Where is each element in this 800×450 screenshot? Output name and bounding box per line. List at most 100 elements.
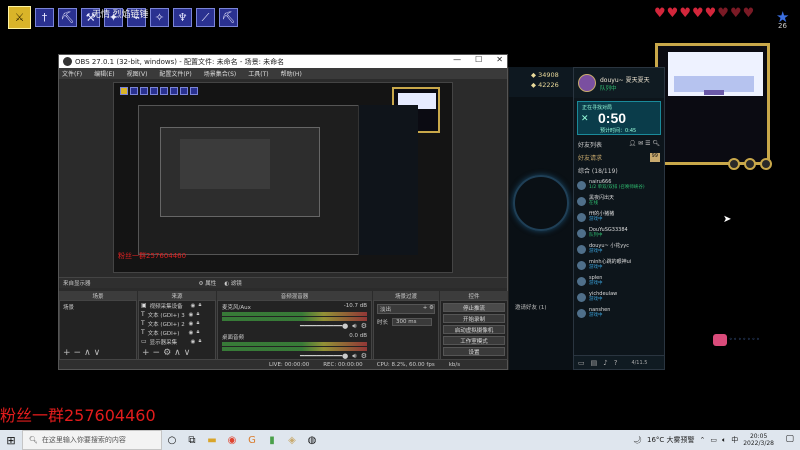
profile-header[interactable]: douyu~ 夏天夏天 队列中 — [574, 68, 664, 98]
league-icon[interactable]: ◈ — [282, 435, 302, 446]
lock-icon[interactable]: 🔒︎ — [198, 302, 201, 309]
source-row[interactable]: T 文本 (GDI+) 3 ◉ 🔒︎ — [139, 310, 215, 319]
minimap-zoom-in-button[interactable] — [728, 158, 740, 170]
preview-hotbar — [120, 87, 198, 95]
hotbar-slot-7[interactable]: ✧ — [150, 8, 169, 27]
source-row[interactable]: T 文本 (GDI+) 2 ◉ 🔒︎ — [139, 319, 215, 328]
friend-avatar — [577, 260, 586, 270]
friend-row[interactable]: splen 游戏中 — [574, 273, 664, 289]
obs-preview[interactable]: 粉丝一群257604460 — [113, 82, 453, 273]
mic-icon[interactable]: ♪ — [603, 359, 607, 367]
tray-overflow-icon[interactable]: ⌃ — [700, 436, 706, 444]
minimap-player-marker — [704, 90, 724, 95]
help-icon[interactable]: ? — [614, 359, 618, 367]
lock-icon[interactable]: 🔒︎ — [196, 311, 199, 318]
volume-slider[interactable]: ━━━━━━━━━━● — [300, 322, 348, 331]
menu-tools[interactable]: 工具(T) — [248, 69, 268, 78]
minimap-toggle-button[interactable] — [760, 158, 772, 170]
friends-actions-icons[interactable]: 👤︎ ✉ ☰ 🔍︎ — [629, 140, 660, 149]
play-ring[interactable] — [513, 175, 569, 231]
studio-mode-button[interactable]: 工作室模式 — [443, 336, 505, 345]
chrome-icon[interactable]: ◉ — [222, 435, 242, 446]
lock-icon[interactable]: 🔒︎ — [198, 338, 201, 345]
obs-icon[interactable]: ◍ — [302, 435, 322, 446]
lock-icon[interactable]: 🔒︎ — [196, 329, 199, 336]
avatar[interactable] — [578, 74, 596, 92]
minimap[interactable] — [655, 43, 770, 165]
friend-row[interactable]: DouYuSG33384 队列中 — [574, 225, 664, 241]
scenes-toolbar[interactable]: +−∧∨ — [63, 348, 103, 358]
transition-select[interactable]: 淡出 + ⚙ — [377, 304, 435, 314]
stop-streaming-button[interactable]: 停止推流 — [443, 303, 505, 312]
missions-icon[interactable]: ▤ — [591, 359, 598, 367]
friend-requests[interactable]: 好友请求 99 — [574, 151, 664, 164]
party-invite-label[interactable]: 邀请好友 (1) — [515, 303, 547, 311]
notification-icon[interactable]: ▢ — [785, 434, 794, 444]
friend-row[interactable]: 黑夜闪出天 在线 — [574, 193, 664, 209]
source-row[interactable]: ▣ 视频采集设备 ◉ 🔒︎ — [139, 301, 215, 310]
weather-text[interactable]: 16°C 大雾预警 — [647, 435, 695, 445]
network-icon[interactable]: ▭ — [710, 436, 717, 444]
speaker-icon[interactable]: 🔊︎ — [352, 322, 356, 331]
menu-scene-collection[interactable]: 场景集合(S) — [204, 69, 237, 78]
close-icon[interactable]: ✕ — [496, 55, 503, 64]
source-row[interactable]: ▭ 显示器采集 ◉ 🔒︎ — [139, 337, 215, 346]
hotbar-slot-8[interactable]: ♆ — [173, 8, 192, 27]
settings-button[interactable]: 设置 — [443, 347, 505, 356]
preview-client — [358, 105, 418, 255]
hotbar-slot-2[interactable]: † — [35, 8, 54, 27]
terraria-icon[interactable]: ▮ — [262, 435, 282, 446]
sources-toolbar[interactable]: +−⚙∧∨ — [142, 348, 193, 358]
visibility-eye-icon[interactable]: ◉ — [189, 312, 194, 318]
menu-file[interactable]: 文件(F) — [62, 69, 82, 78]
lock-icon[interactable]: 🔒︎ — [196, 320, 199, 327]
hotbar-slot-1[interactable]: ⚔ — [8, 6, 31, 29]
scene-item[interactable]: 场景 — [60, 301, 136, 313]
menu-view[interactable]: 视图(V) — [127, 69, 148, 78]
friend-status: 游戏中 — [589, 281, 603, 286]
game-app-icon[interactable]: G — [242, 435, 262, 446]
volume-meter — [222, 347, 367, 351]
friend-row[interactable]: yichdeulaw 游戏中 — [574, 289, 664, 305]
friend-row[interactable]: nanshen 游戏中 — [574, 305, 664, 321]
visibility-eye-icon[interactable]: ◉ — [189, 321, 194, 327]
virtual-camera-button[interactable]: 启动虚拟摄像机 — [443, 325, 505, 334]
clock[interactable]: 20:05 2022/3/28 — [743, 433, 774, 447]
queue-timer-card[interactable]: 正在寻找对局 ✕ 0:50 预计时间：0:45 — [577, 101, 661, 135]
friend-row[interactable]: fff的小猪猪 游戏中 — [574, 209, 664, 225]
ime-icon[interactable]: 中 — [731, 435, 738, 445]
maximize-icon[interactable]: ☐ — [475, 55, 482, 64]
friend-row[interactable]: douyu~ 小花yyc 游戏中 — [574, 241, 664, 257]
cortana-icon[interactable]: ○ — [162, 435, 182, 446]
friend-status: 队列中 — [589, 233, 603, 238]
properties-button[interactable]: ⚙ 属性 — [199, 279, 217, 287]
hotbar-slot-10[interactable]: ⛏ — [219, 8, 238, 27]
volume-icon[interactable]: 🔈︎ — [722, 436, 726, 445]
start-recording-button[interactable]: 开始录制 — [443, 314, 505, 323]
visibility-eye-icon[interactable]: ◉ — [191, 303, 196, 309]
friend-row[interactable]: nairu666 1/2 单双/双排 (召唤师峡谷) — [574, 177, 664, 193]
friend-row[interactable]: minh心跳的眼神ui 游戏中 — [574, 257, 664, 273]
hotbar-slot-3[interactable]: ⛏ — [58, 8, 77, 27]
friends-group-label[interactable]: 综合 (18/119) — [574, 164, 664, 177]
cancel-queue-icon[interactable]: ✕ — [581, 114, 589, 124]
filters-button[interactable]: ◐ 滤镜 — [224, 279, 242, 287]
minimize-icon[interactable]: — — [453, 55, 461, 64]
chat-icon[interactable]: ▭ — [578, 359, 585, 367]
duration-input[interactable]: 300 ms — [392, 318, 433, 326]
minimap-zoom-out-button[interactable] — [744, 158, 756, 170]
menu-edit[interactable]: 编辑(E) — [94, 69, 114, 78]
source-row[interactable]: T 文本 (GDI+) ◉ 🔒︎ — [139, 328, 215, 337]
file-explorer-icon[interactable]: ▬ — [202, 435, 222, 446]
task-view-icon[interactable]: ⧉ — [182, 435, 202, 446]
scenes-dock-header: 场景 — [59, 291, 137, 300]
gear-icon[interactable]: ⚙ — [361, 322, 367, 331]
visibility-eye-icon[interactable]: ◉ — [191, 339, 196, 345]
visibility-eye-icon[interactable]: ◉ — [189, 330, 194, 336]
menu-profile[interactable]: 配置文件(P) — [159, 69, 191, 78]
heart-icon: ♥ — [704, 6, 717, 21]
menu-help[interactable]: 帮助(H) — [281, 69, 302, 78]
hotbar-slot-9[interactable]: ⟋ — [196, 8, 215, 27]
windows-start-icon[interactable]: ⊞ — [0, 434, 22, 447]
taskbar-search[interactable]: 🔍︎ 在这里输入你要搜索的内容 — [22, 430, 162, 450]
